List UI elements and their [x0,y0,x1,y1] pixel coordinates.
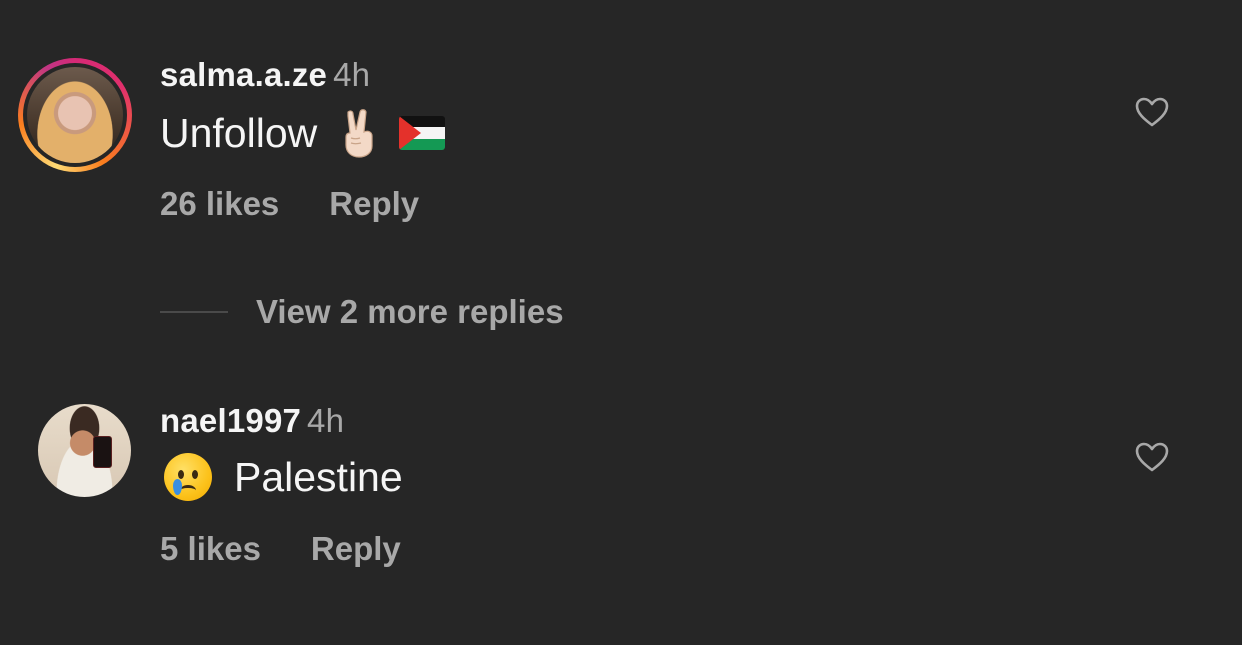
story-ring[interactable] [18,58,132,172]
comment-timestamp: 4h [307,402,345,439]
comment-timestamp: 4h [333,56,371,93]
comment-username[interactable]: salma.a.ze [160,56,327,93]
palestine-flag-icon [399,116,446,150]
crying-face-emoji-icon [164,453,212,501]
likes-count[interactable]: 5 likes [160,530,261,568]
comment-text-label: Unfollow [160,109,318,156]
heart-icon[interactable] [1134,441,1170,473]
comment-meta: 5 likes Reply [160,530,401,568]
likes-count[interactable]: 26 likes [160,185,279,223]
victory-hand-emoji-icon [339,108,379,158]
comment-username[interactable]: nael1997 [160,402,301,439]
comment-meta: 26 likes Reply [160,185,419,223]
heart-icon[interactable] [1134,96,1170,128]
comment-text: Palestine [160,453,403,501]
avatar[interactable] [38,404,131,497]
view-more-replies-label: View 2 more replies [256,293,564,330]
reply-button[interactable]: Reply [329,185,419,223]
view-more-replies-button[interactable]: View 2 more replies [160,293,564,331]
divider [160,311,228,313]
avatar [27,67,123,163]
comment-text-label: Palestine [234,453,403,500]
comments-list: salma.a.ze 4h Unfollow 26 likes Reply Vi… [0,0,1242,645]
comment-text: Unfollow [160,108,446,158]
phone-icon [93,436,112,468]
reply-button[interactable]: Reply [311,530,401,568]
